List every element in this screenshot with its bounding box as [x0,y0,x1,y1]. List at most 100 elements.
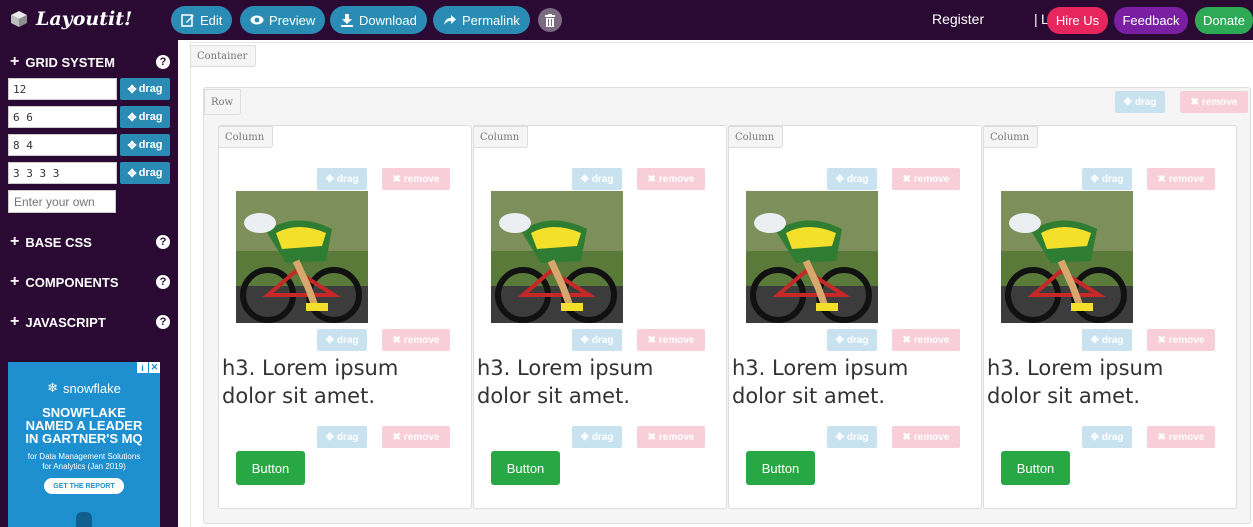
edit-button[interactable]: Edit [171,6,233,34]
row-remove-button[interactable]: ✖ remove [1180,91,1248,113]
image-remove-button[interactable]: ✖ remove [1147,168,1215,190]
column-button[interactable]: Button [236,451,305,485]
ad-cta-button[interactable]: GET THE REPORT [44,478,124,494]
heading-remove-button[interactable]: ✖ remove [1147,329,1215,351]
ad-subtext-line: for Data Management Solutions [27,452,141,461]
move-icon: ✥ [127,111,137,124]
column-label: Column [983,126,1038,148]
move-icon: ✥ [127,139,137,152]
grid-value-input[interactable]: 6 6 [8,106,117,128]
preview-button[interactable]: Preview [240,6,326,34]
permalink-button[interactable]: Permalink [433,6,530,34]
drag-label: drag [846,173,869,185]
heading-remove-button[interactable]: ✖ remove [382,329,450,351]
drag-label: drag [846,431,869,443]
remove-label: remove [1168,334,1205,346]
brand-name: Layoutit! [36,8,133,30]
heading-remove-button[interactable]: ✖ remove [892,329,960,351]
cyclist-image[interactable] [1001,191,1133,323]
hire-us-button[interactable]: Hire Us [1047,7,1108,34]
cyclist-image[interactable] [491,191,623,323]
ad-info-icon[interactable]: i [137,362,148,373]
ad-close[interactable]: i ✕ [137,362,160,373]
image-drag-button[interactable]: ✥ drag [1082,168,1132,190]
remove-label: remove [658,173,695,185]
ad-banner[interactable]: i ✕ ❄ snowflake SNOWFLAKE NAMED A LEADER… [8,362,160,527]
custom-grid-input[interactable] [8,190,116,213]
move-icon: ✥ [325,431,334,443]
ad-subtext-line: for Analytics (Jan 2019) [42,462,126,471]
column-heading: h3. Lorem ipsum dolor sit amet. [477,356,654,408]
image-drag-button[interactable]: ✥ drag [317,168,367,190]
cyclist-image[interactable] [236,191,368,323]
close-icon: ✖ [1157,173,1166,185]
row-drag-button[interactable]: ✥ drag [1115,91,1165,113]
grid-row-6-6: 6 6 ✥ drag [8,106,170,128]
clear-button[interactable] [538,8,562,32]
column-button[interactable]: Button [746,451,815,485]
question-icon[interactable]: ? [156,315,170,329]
column-button[interactable]: Button [1001,451,1070,485]
row-label: Row [204,89,241,115]
heading-drag-button[interactable]: ✥ drag [827,329,877,351]
plus-icon: + [10,273,20,290]
close-icon: ✖ [392,431,401,443]
question-icon[interactable]: ? [156,275,170,289]
question-icon[interactable]: ? [156,55,170,69]
question-icon[interactable]: ? [156,235,170,249]
grid-drag-handle[interactable]: ✥ drag [120,134,170,156]
drag-label: drag [138,139,163,151]
drag-label: drag [591,173,614,185]
remove-label: remove [403,431,440,443]
button-drag-button[interactable]: ✥ drag [827,426,877,448]
remove-label: remove [913,173,950,185]
register-link[interactable]: Register [932,11,984,27]
drag-label: drag [846,334,869,346]
remove-label: remove [403,334,440,346]
image-remove-button[interactable]: ✖ remove [892,168,960,190]
image-drag-button[interactable]: ✥ drag [572,168,622,190]
image-remove-button[interactable]: ✖ remove [382,168,450,190]
close-icon: ✖ [1157,431,1166,443]
button-remove-button[interactable]: ✖ remove [637,426,705,448]
move-icon: ✥ [127,83,137,96]
button-remove-button[interactable]: ✖ remove [382,426,450,448]
move-icon: ✥ [325,173,334,185]
sidebar-section-components[interactable]: + COMPONENTS ? [10,272,170,292]
ad-headline-line: IN GARTNER'S MQ [25,431,143,446]
button-drag-button[interactable]: ✥ drag [572,426,622,448]
grid-drag-handle[interactable]: ✥ drag [120,78,170,100]
drag-label: drag [1101,334,1124,346]
button-drag-button[interactable]: ✥ drag [317,426,367,448]
remove-label: remove [913,334,950,346]
feedback-button[interactable]: Feedback [1114,7,1188,34]
heading-drag-button[interactable]: ✥ drag [572,329,622,351]
brand[interactable]: Layoutit! [10,8,132,30]
heading-drag-button[interactable]: ✥ drag [1082,329,1132,351]
grid-row-12: 12 ✥ drag [8,78,170,100]
download-button[interactable]: Download [330,6,427,34]
button-remove-button[interactable]: ✖ remove [892,426,960,448]
heading-drag-button[interactable]: ✥ drag [317,329,367,351]
heading-remove-button[interactable]: ✖ remove [637,329,705,351]
sidebar-section-javascript[interactable]: + JAVASCRIPT ? [10,312,170,332]
grid-value-input[interactable]: 8 4 [8,134,117,156]
image-drag-button[interactable]: ✥ drag [827,168,877,190]
button-remove-button[interactable]: ✖ remove [1147,426,1215,448]
grid-value-input[interactable]: 12 [8,78,117,100]
sidebar-section-grid-system[interactable]: + GRID SYSTEM ? [10,52,170,72]
move-icon: ✥ [580,173,589,185]
cyclist-image[interactable] [746,191,878,323]
sidebar-section-base-css[interactable]: + BASE CSS ? [10,232,170,252]
grid-value-input[interactable]: 3 3 3 3 [8,162,117,184]
drag-label: drag [138,83,163,95]
donate-button[interactable]: Donate [1195,7,1253,34]
grid-drag-handle[interactable]: ✥ drag [120,106,170,128]
move-icon: ✥ [835,173,844,185]
close-icon[interactable]: ✕ [149,362,160,373]
drag-label: drag [591,334,614,346]
button-drag-button[interactable]: ✥ drag [1082,426,1132,448]
grid-drag-handle[interactable]: ✥ drag [120,162,170,184]
image-remove-button[interactable]: ✖ remove [637,168,705,190]
column-button[interactable]: Button [491,451,560,485]
